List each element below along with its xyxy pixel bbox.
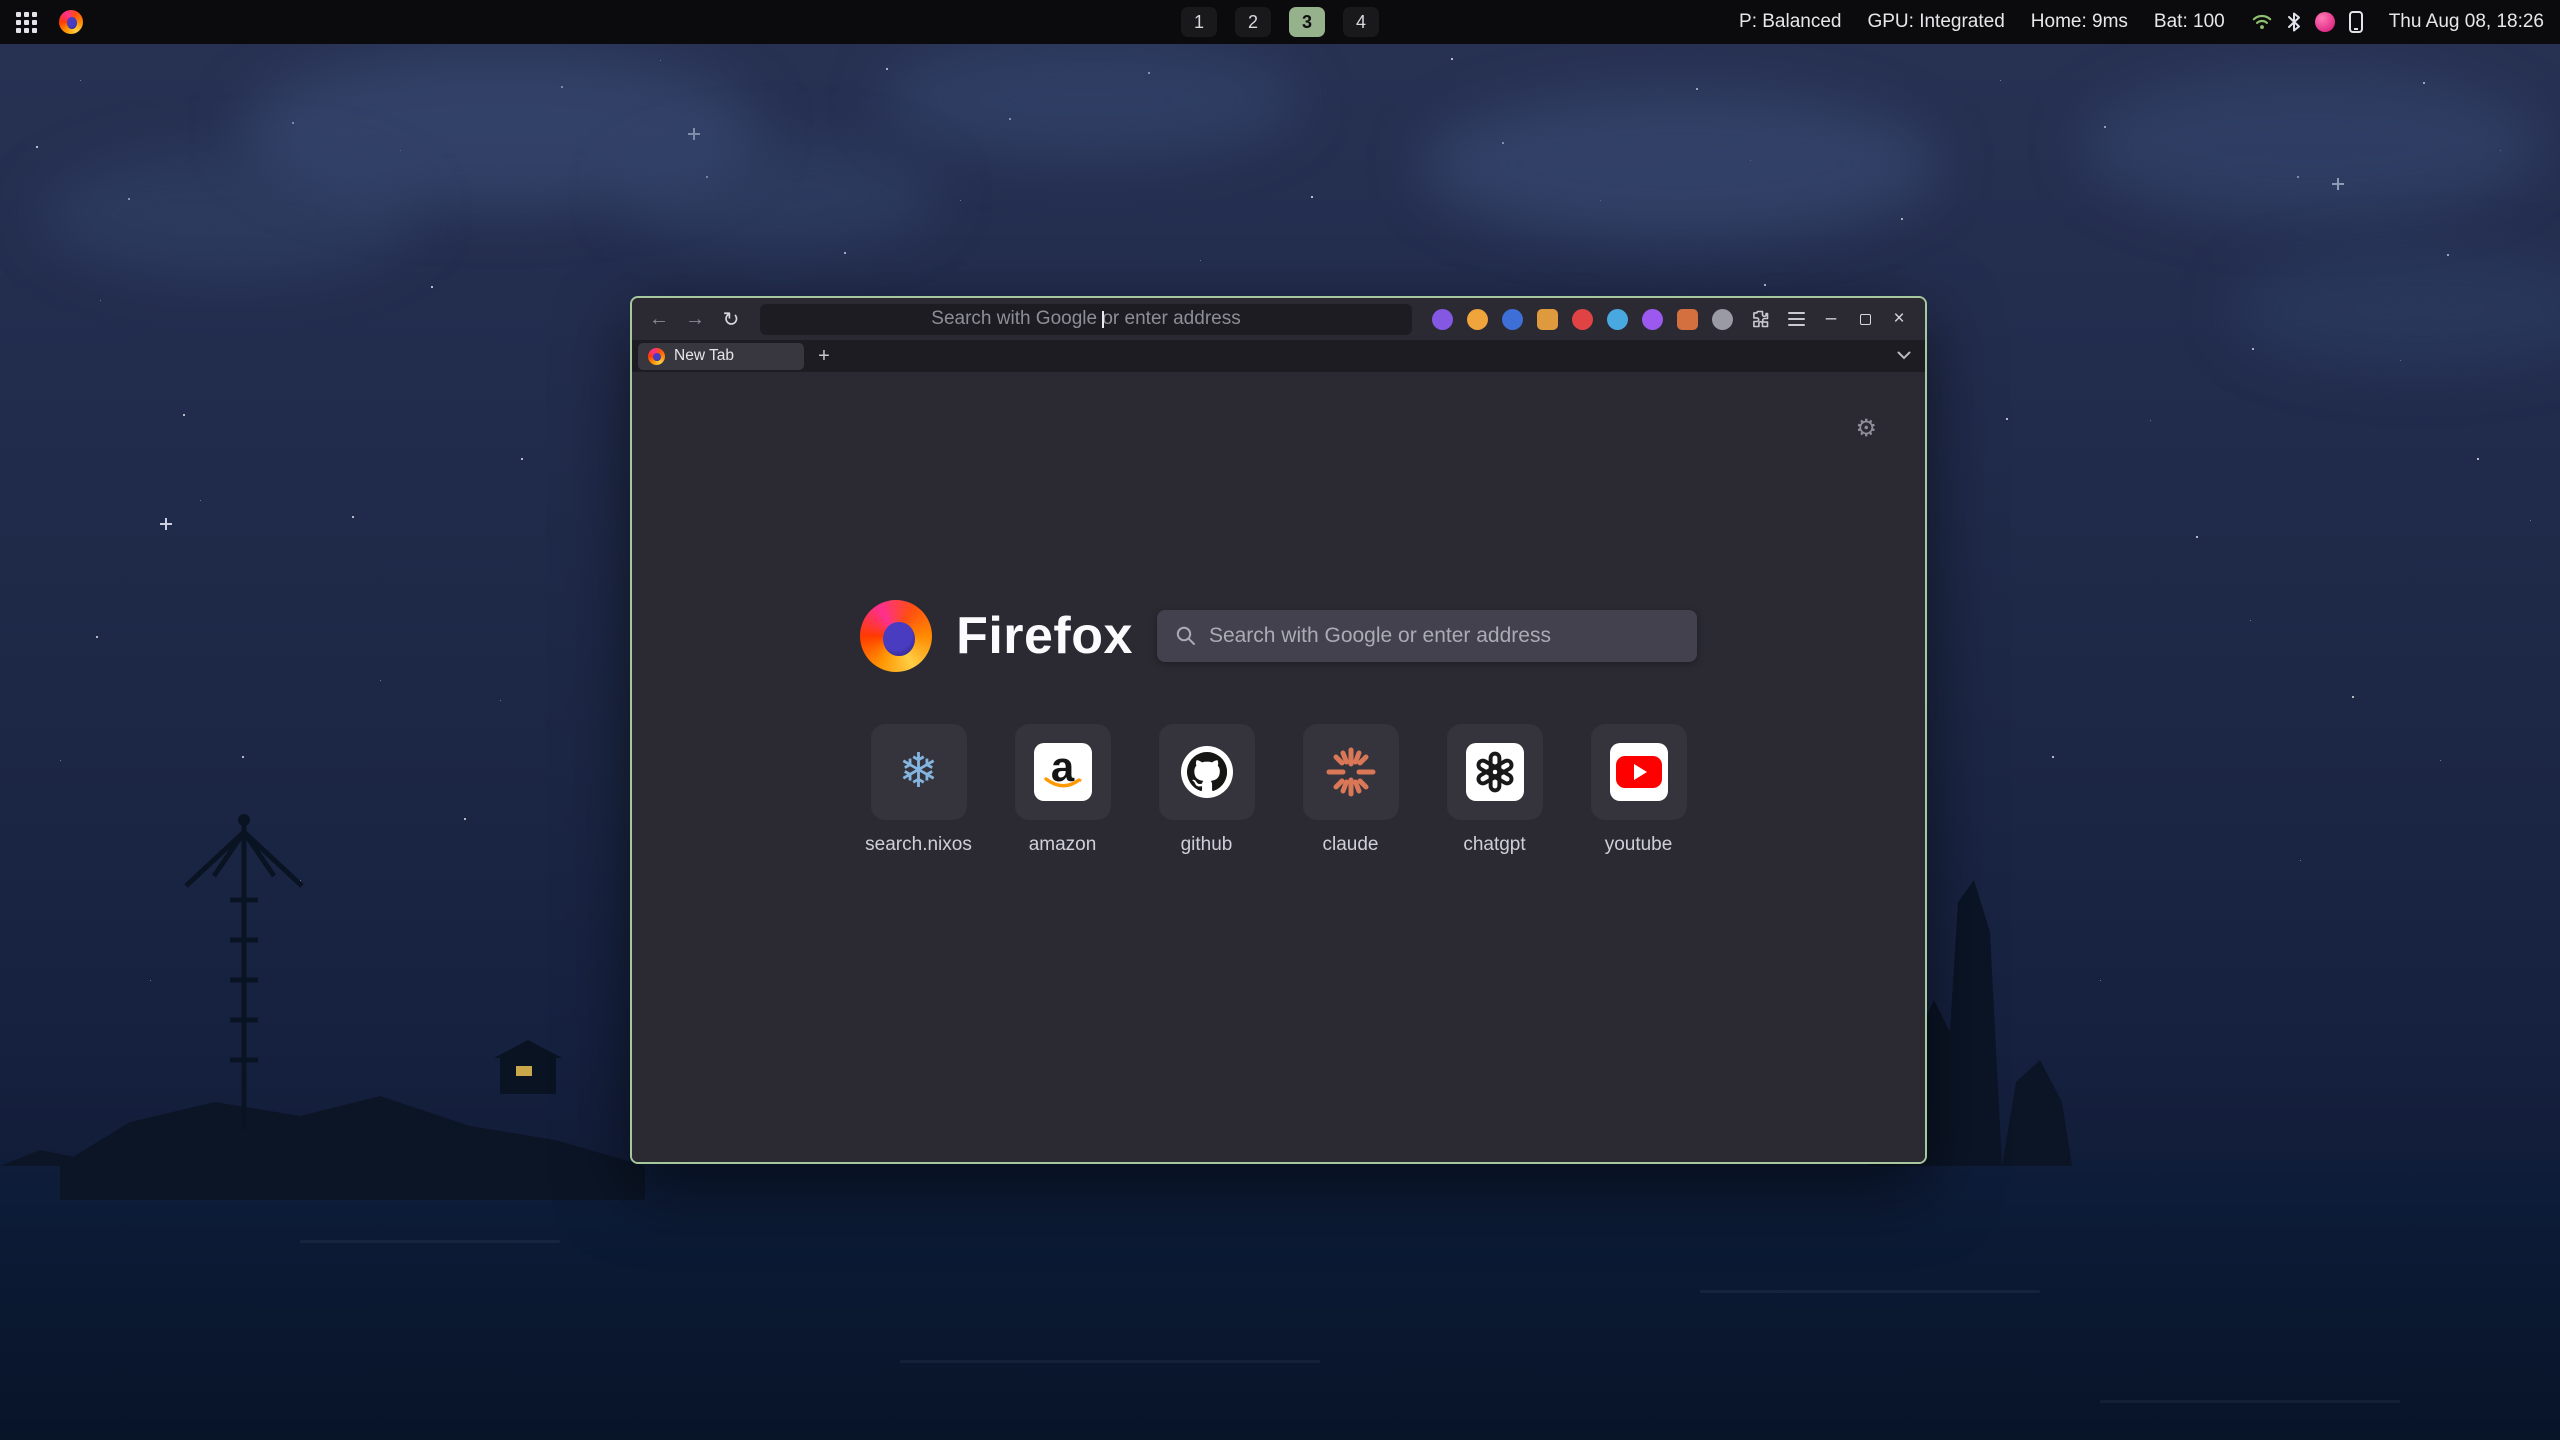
shortcut-label: github: [1181, 834, 1233, 856]
bluetooth-icon[interactable]: [2287, 11, 2301, 33]
nixos-tile: ❄: [871, 724, 967, 820]
search-icon: [1175, 625, 1197, 647]
maximize-button[interactable]: [1851, 305, 1879, 333]
shortcut-tiles: ❄ search.nixos a amazon: [632, 724, 1925, 856]
app-launcher-icon[interactable]: [16, 12, 37, 33]
minimize-button[interactable]: –: [1817, 305, 1845, 333]
youtube-play-button: [1616, 756, 1662, 788]
shortcut-claude[interactable]: claude: [1303, 724, 1399, 856]
extension-icon[interactable]: [1712, 309, 1733, 330]
text-caret: [1102, 311, 1104, 328]
power-profile-status: P: Balanced: [1739, 11, 1841, 33]
wifi-icon[interactable]: [2251, 12, 2273, 32]
shortcut-chatgpt[interactable]: chatgpt: [1447, 724, 1543, 856]
workspace-1-button[interactable]: 1: [1181, 7, 1217, 37]
chatgpt-icon: [1466, 743, 1524, 801]
personalize-gear-icon[interactable]: ⚙: [1855, 414, 1877, 443]
amazon-icon: a: [1034, 743, 1092, 801]
firefox-wordmark: Firefox: [956, 606, 1133, 666]
extension-icon[interactable]: [1572, 309, 1593, 330]
shortcut-label: chatgpt: [1463, 834, 1525, 856]
amazon-tile: a: [1015, 724, 1111, 820]
extension-icon[interactable]: [1502, 309, 1523, 330]
shortcut-github[interactable]: github: [1159, 724, 1255, 856]
claude-starburst-icon: [1325, 746, 1377, 798]
shortcut-label: youtube: [1605, 834, 1673, 856]
chatgpt-tile: [1447, 724, 1543, 820]
extension-toolbar: [1426, 309, 1739, 330]
firefox-launcher-icon[interactable]: [59, 10, 83, 34]
reload-button[interactable]: ↻: [716, 304, 746, 334]
battery-status: Bat: 100: [2154, 11, 2225, 33]
phone-icon[interactable]: [2349, 11, 2363, 33]
clock: Thu Aug 08, 18:26: [2389, 11, 2544, 33]
youtube-tile: [1591, 724, 1687, 820]
extension-icon[interactable]: [1537, 309, 1558, 330]
newtab-hero: Firefox: [632, 600, 1925, 672]
menu-button[interactable]: [1781, 304, 1811, 334]
firefox-favicon: [648, 348, 665, 365]
shortcut-search-nixos[interactable]: ❄ search.nixos: [871, 724, 967, 856]
nixos-snowflake-icon: ❄: [898, 748, 938, 796]
back-button[interactable]: ←: [644, 304, 674, 334]
shortcut-label: amazon: [1029, 834, 1097, 856]
firefox-window: ← → ↻ – ×: [630, 296, 1927, 1164]
gpu-status: GPU: Integrated: [1867, 11, 2004, 33]
tab-bar: New Tab +: [632, 340, 1925, 372]
url-input[interactable]: [760, 304, 1412, 335]
newtab-search-input[interactable]: [1209, 624, 1679, 648]
shortcut-youtube[interactable]: youtube: [1591, 724, 1687, 856]
extension-icon[interactable]: [1467, 309, 1488, 330]
extension-icon[interactable]: [1642, 309, 1663, 330]
extension-icon[interactable]: [1607, 309, 1628, 330]
topbar-status-modules: P: Balanced GPU: Integrated Home: 9ms Ba…: [1739, 11, 2560, 33]
new-tab-page: ⚙ Firefox ❄ search.nixos: [632, 372, 1925, 1162]
extension-icon[interactable]: [1432, 309, 1453, 330]
new-tab-button[interactable]: +: [810, 343, 838, 369]
forward-button[interactable]: →: [680, 304, 710, 334]
tab-list-chevron-icon[interactable]: [1889, 347, 1919, 365]
tab-new-tab[interactable]: New Tab: [638, 343, 804, 370]
media-tray-icon[interactable]: [2315, 12, 2335, 32]
youtube-icon: [1610, 743, 1668, 801]
tab-title: New Tab: [674, 347, 734, 365]
workspace-4-button[interactable]: 4: [1343, 7, 1379, 37]
play-triangle-icon: [1634, 764, 1647, 780]
claude-tile: [1303, 724, 1399, 820]
network-latency-status: Home: 9ms: [2031, 11, 2128, 33]
topbar-left: [0, 10, 83, 34]
newtab-search-bar[interactable]: [1157, 610, 1697, 662]
topbar-tray-icons: [2251, 11, 2363, 33]
workspace-3-button[interactable]: 3: [1289, 7, 1325, 37]
firefox-logo: [860, 600, 932, 672]
navigation-toolbar: ← → ↻ – ×: [632, 298, 1925, 340]
amazon-smile: [1044, 776, 1082, 792]
hamburger-icon: [1788, 312, 1805, 326]
extensions-puzzle-icon[interactable]: [1745, 304, 1775, 334]
github-octocat-icon: [1181, 746, 1233, 798]
url-bar[interactable]: [760, 304, 1412, 335]
extension-icon[interactable]: [1677, 309, 1698, 330]
top-bar: 1 2 3 4 P: Balanced GPU: Integrated Home…: [0, 0, 2560, 44]
close-button[interactable]: ×: [1885, 305, 1913, 333]
github-tile: [1159, 724, 1255, 820]
shortcut-label: claude: [1323, 834, 1379, 856]
workspace-2-button[interactable]: 2: [1235, 7, 1271, 37]
shortcut-label: search.nixos: [865, 834, 972, 856]
shortcut-amazon[interactable]: a amazon: [1015, 724, 1111, 856]
workspace-switcher: 1 2 3 4: [1181, 7, 1379, 37]
